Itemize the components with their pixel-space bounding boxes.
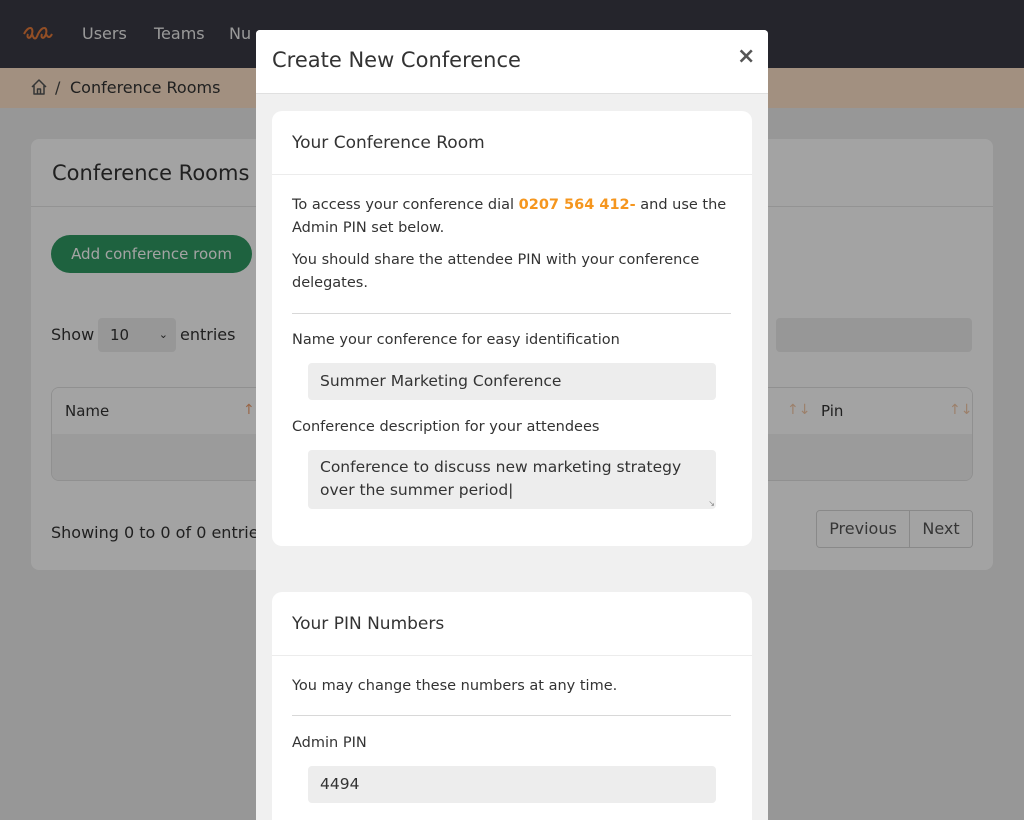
panel-divider — [272, 174, 752, 175]
conference-description-textarea[interactable]: Conference to discuss new marketing stra… — [308, 450, 716, 509]
modal-title: Create New Conference — [272, 48, 521, 72]
description-label: Conference description for your attendee… — [292, 419, 600, 435]
section-divider — [292, 313, 731, 314]
admin-pin-label: Admin PIN — [292, 735, 367, 751]
conference-name-input[interactable]: Summer Marketing Conference — [308, 363, 716, 400]
admin-pin-input[interactable]: 4494 — [308, 766, 716, 803]
access-instructions: To access your conference dial 0207 564 … — [292, 194, 732, 240]
conference-room-panel: Your Conference Room To access your conf… — [272, 111, 752, 546]
create-conference-modal: Create New Conference × Your Conference … — [256, 30, 768, 820]
close-icon[interactable]: × — [737, 46, 755, 68]
name-label: Name your conference for easy identifica… — [292, 332, 620, 348]
access-prefix: To access your conference dial — [292, 197, 519, 213]
panel-title: Your Conference Room — [292, 133, 485, 153]
panel-title: Your PIN Numbers — [292, 614, 445, 634]
modal-header: Create New Conference × — [256, 30, 768, 94]
change-pin-note: You may change these numbers at any time… — [292, 678, 618, 694]
description-text: Conference to discuss new marketing stra… — [320, 458, 682, 499]
share-instructions: You should share the attendee PIN with y… — [292, 252, 700, 291]
dial-number: 0207 564 412- — [518, 197, 636, 213]
pin-numbers-panel: Your PIN Numbers You may change these nu… — [272, 592, 752, 820]
panel-divider — [272, 655, 752, 656]
resize-handle-icon[interactable]: ↘ — [708, 500, 715, 508]
section-divider — [292, 715, 731, 716]
